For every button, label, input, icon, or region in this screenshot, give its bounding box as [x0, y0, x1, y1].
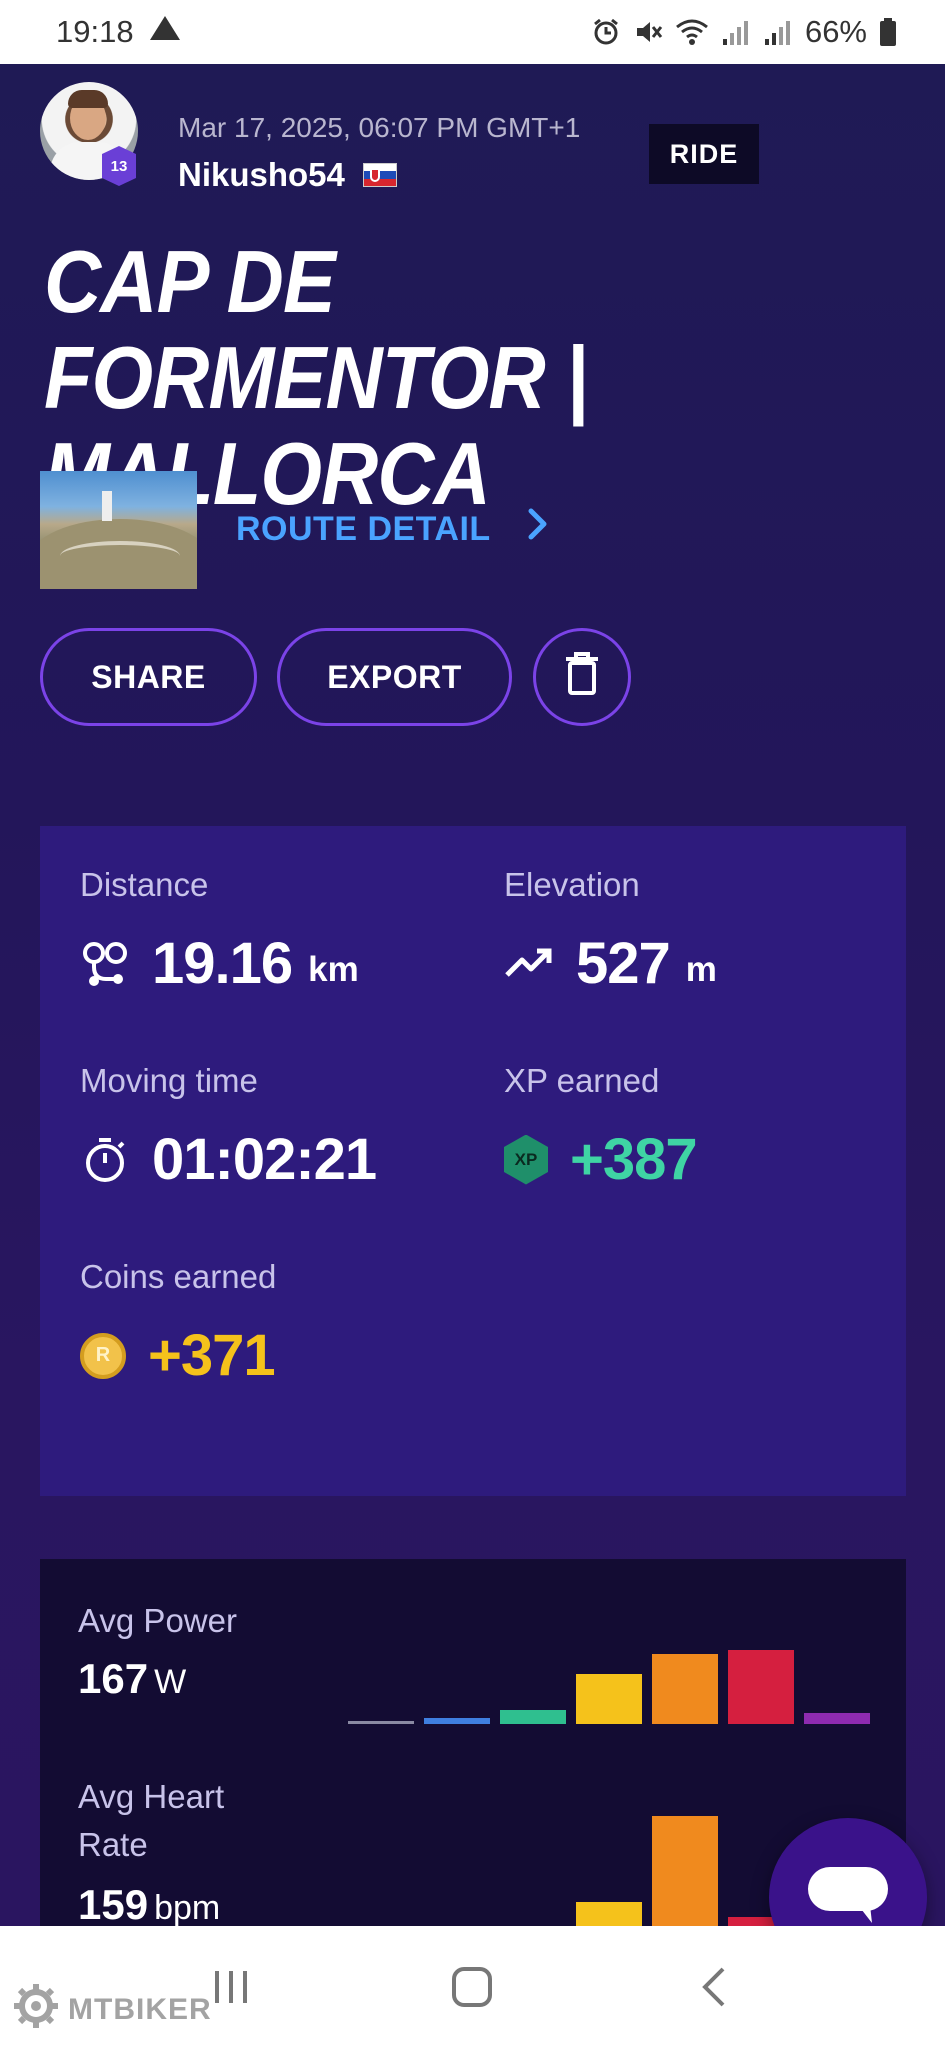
route-thumbnail[interactable] — [40, 471, 197, 589]
elevation-unit: m — [685, 949, 717, 989]
route-icon — [80, 939, 130, 989]
stats-card: Distance 19.16 km Elevation 527 m Moving… — [40, 826, 906, 1496]
avatar[interactable]: 13 — [40, 82, 138, 186]
moving-time-value: 01:02:21 — [152, 1127, 377, 1192]
power-zone-bar-3 — [500, 1710, 566, 1724]
slovakia-flag-icon — [362, 163, 397, 187]
stopwatch-icon — [80, 1135, 130, 1185]
stat-label: Moving time — [80, 1062, 258, 1099]
share-button[interactable]: SHARE — [40, 628, 257, 726]
xp-icon: XP — [504, 1134, 548, 1185]
signal-icon — [721, 17, 751, 47]
trash-icon — [564, 651, 600, 703]
gear-icon — [12, 1982, 60, 2038]
delete-button[interactable] — [533, 628, 631, 726]
avg-heart-rate-label-line1: Avg Heart — [78, 1778, 225, 1815]
warning-icon — [148, 14, 182, 50]
avg-power-label: Avg Power — [78, 1602, 237, 1639]
stat-label: Elevation — [504, 866, 640, 903]
stat-elevation: Elevation 527 m — [504, 866, 717, 997]
distance-unit: km — [308, 949, 359, 989]
watermark-text: MTBIKER — [68, 1993, 212, 2026]
stat-label: Coins earned — [80, 1258, 277, 1295]
xp-value: +387 — [570, 1127, 698, 1192]
alarm-icon — [591, 17, 621, 47]
stat-distance: Distance 19.16 km — [80, 866, 359, 997]
avg-power-unit: W — [154, 1663, 187, 1701]
mute-icon — [633, 17, 663, 47]
power-zone-bar-6 — [728, 1650, 794, 1724]
battery-icon — [879, 17, 897, 47]
avg-heart-rate-label-line2: Rate — [78, 1826, 148, 1863]
activity-type-badge: RIDE — [649, 124, 759, 184]
coin-icon: R — [80, 1332, 126, 1379]
wifi-icon — [675, 17, 709, 47]
power-zone-bar-4 — [576, 1674, 642, 1724]
trending-up-icon — [504, 939, 554, 989]
route-detail-label: ROUTE DETAIL — [236, 509, 491, 548]
route-detail-link[interactable]: ROUTE DETAIL — [236, 507, 549, 551]
avg-power-number: 167 — [78, 1655, 149, 1702]
avg-heart-rate-value: 159 bpm — [78, 1881, 220, 1926]
username[interactable]: Nikusho54 — [178, 156, 345, 194]
stat-coins: Coins earned R +371 — [80, 1258, 276, 1389]
chevron-right-icon — [527, 507, 549, 551]
level-badge: 13 — [102, 146, 136, 186]
coins-value: +371 — [148, 1323, 276, 1388]
watermark-logo: MTBIKER — [12, 1982, 212, 2038]
power-zone-bar-7 — [804, 1713, 870, 1724]
power-zone-chart — [348, 1564, 870, 1724]
stat-xp: XP earned XP +387 — [504, 1062, 698, 1193]
chat-bubble-icon — [806, 1865, 890, 1927]
avg-power-value: 167 W — [78, 1655, 186, 1703]
distance-value: 19.16 — [152, 931, 293, 996]
stat-label: XP earned — [504, 1062, 660, 1099]
activity-screen: 13 Mar 17, 2025, 06:07 PM GMT+1 Nikusho5… — [0, 64, 945, 1926]
stat-moving-time: Moving time 01:02:21 — [80, 1062, 377, 1193]
battery-percent: 66% — [804, 14, 867, 49]
signal-icon-2 — [763, 17, 793, 47]
ride-date: Mar 17, 2025, 06:07 PM GMT+1 — [178, 112, 581, 143]
stat-label: Distance — [80, 866, 209, 903]
avg-heart-rate-label: Avg Heart Rate — [78, 1773, 224, 1869]
back-button[interactable] — [669, 1942, 759, 2032]
activity-header: 13 Mar 17, 2025, 06:07 PM GMT+1 Nikusho5… — [40, 82, 910, 194]
power-zone-bar-1 — [348, 1721, 414, 1724]
power-zone-bar-5 — [652, 1654, 718, 1724]
avg-heart-rate-unit: bpm — [154, 1889, 221, 1926]
home-button[interactable] — [427, 1942, 517, 2032]
status-time: 19:18 — [56, 14, 134, 49]
export-button[interactable]: EXPORT — [277, 628, 512, 726]
avg-heart-rate-number: 159 — [78, 1881, 149, 1926]
power-zone-bar-2 — [424, 1718, 490, 1724]
status-bar: 19:18 66% — [0, 0, 945, 64]
elevation-value: 527 — [576, 931, 671, 996]
heart-rate-zone-bar-4 — [576, 1902, 642, 1926]
heart-rate-zone-bar-5 — [652, 1816, 718, 1926]
